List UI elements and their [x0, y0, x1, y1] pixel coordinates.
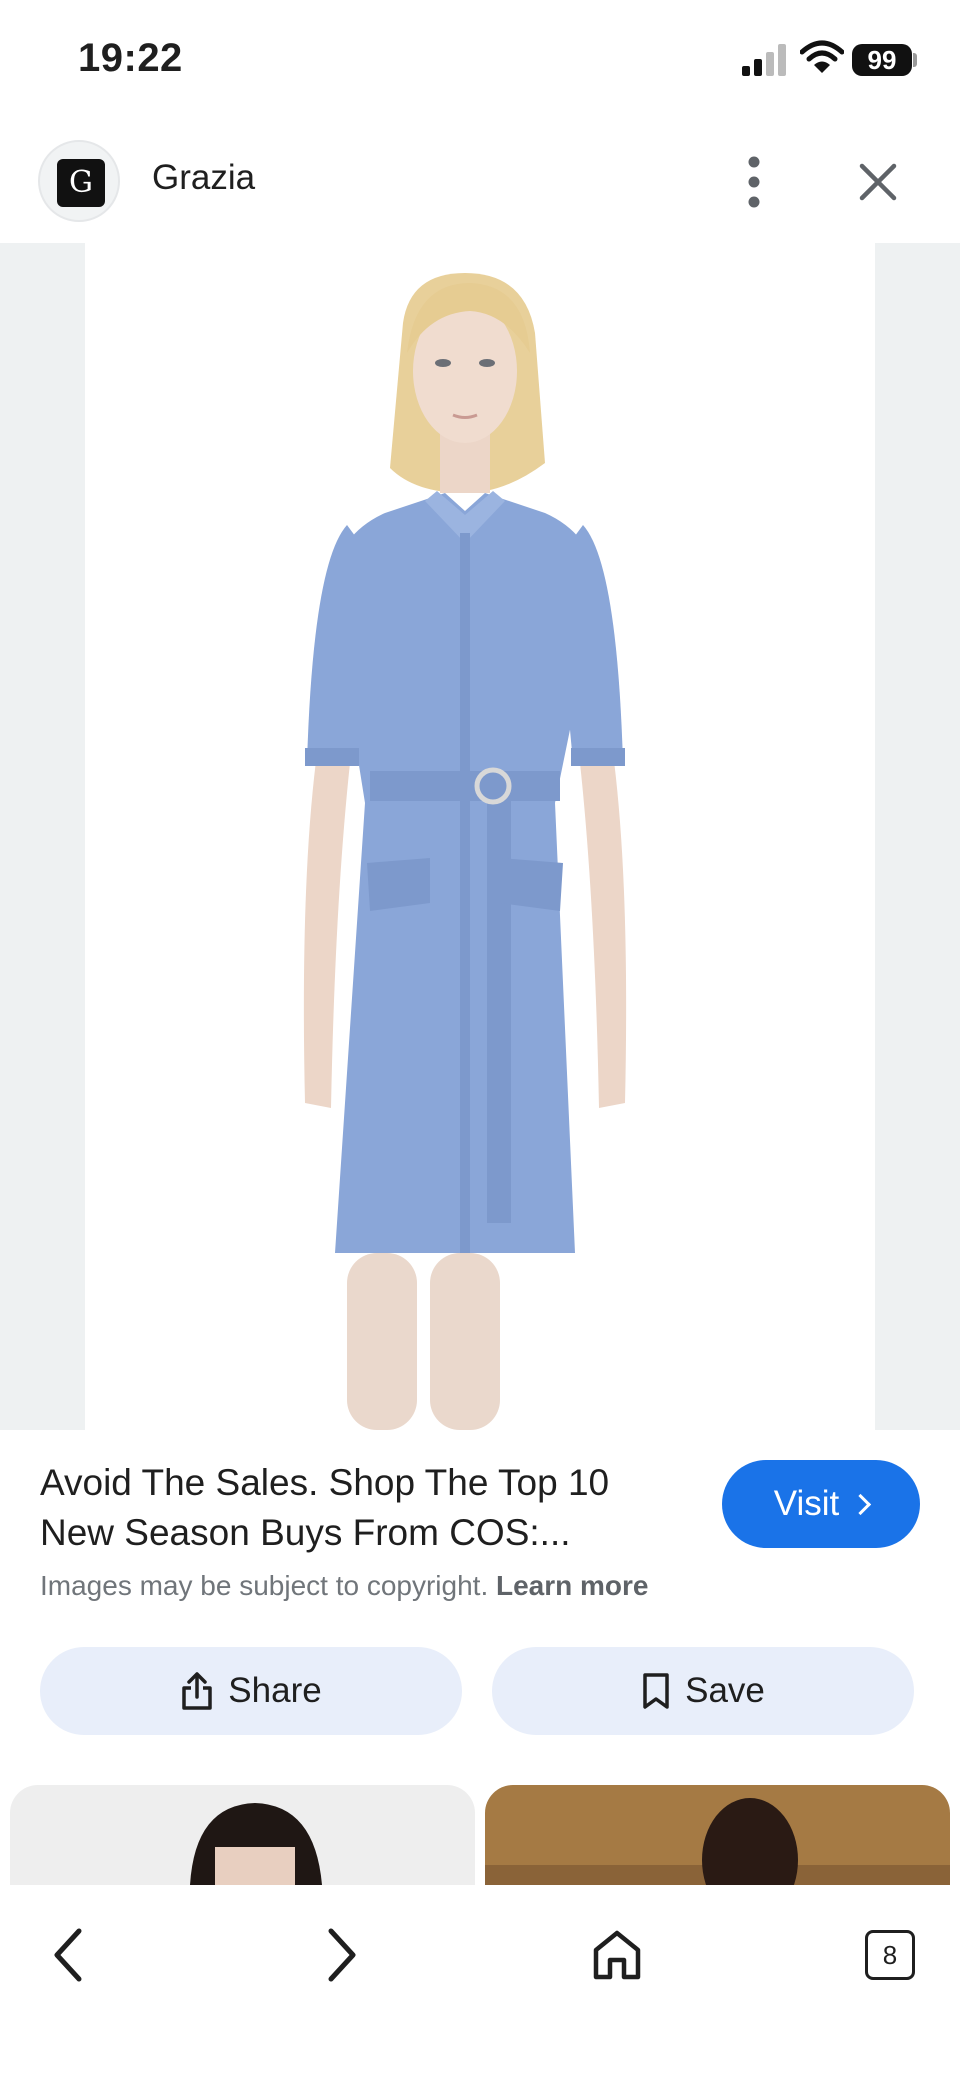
visit-label: Visit [773, 1484, 840, 1523]
related-image-art [485, 1798, 950, 1885]
tabs-button[interactable]: 8 [845, 1910, 935, 2000]
result-title[interactable]: Avoid The Sales. Shop The Top 10 New Sea… [40, 1458, 680, 1558]
battery-indicator: 99 [852, 44, 912, 76]
battery-tip [913, 53, 917, 67]
status-time: 19:22 [78, 36, 183, 80]
forward-button[interactable] [296, 1910, 386, 2000]
wifi-icon [800, 40, 844, 73]
chevron-right-icon [850, 1493, 872, 1515]
status-bar: 19:22 99 [0, 0, 960, 120]
home-button[interactable] [572, 1910, 662, 2000]
browser-toolbar: 8 [0, 1886, 960, 2078]
share-label: Share [228, 1671, 322, 1710]
source-header: G Grazia [0, 130, 960, 240]
source-logo[interactable]: G [38, 140, 120, 222]
copyright-text: Images may be subject to copyright. [40, 1570, 489, 1601]
visit-button[interactable]: Visit [722, 1460, 920, 1548]
related-image-art [190, 1803, 322, 1885]
share-button[interactable]: Share [40, 1647, 462, 1735]
image-viewer[interactable] [0, 243, 960, 1430]
back-button[interactable] [24, 1910, 114, 2000]
model-in-dress-illustration [303, 273, 627, 1430]
source-logo-letter: G [57, 159, 105, 207]
close-icon [859, 163, 897, 201]
tabs-icon: 8 [865, 1930, 915, 1980]
bookmark-icon [643, 1673, 669, 1709]
close-button[interactable] [848, 152, 908, 212]
copyright-notice: Images may be subject to copyright. Lear… [40, 1570, 649, 1602]
product-image[interactable] [85, 243, 875, 1430]
save-label: Save [685, 1671, 765, 1710]
back-icon [54, 1928, 82, 1982]
share-icon [182, 1672, 213, 1710]
forward-icon [328, 1928, 356, 1982]
more-vert-icon [748, 156, 760, 208]
more-options-button[interactable] [730, 152, 778, 212]
related-image[interactable] [10, 1785, 475, 1885]
learn-more-link[interactable]: Learn more [496, 1570, 649, 1601]
home-icon [593, 1930, 641, 1980]
save-button[interactable]: Save [492, 1647, 914, 1735]
related-image[interactable] [485, 1785, 950, 1885]
signal-icon [742, 44, 786, 76]
source-name[interactable]: Grazia [152, 158, 255, 198]
